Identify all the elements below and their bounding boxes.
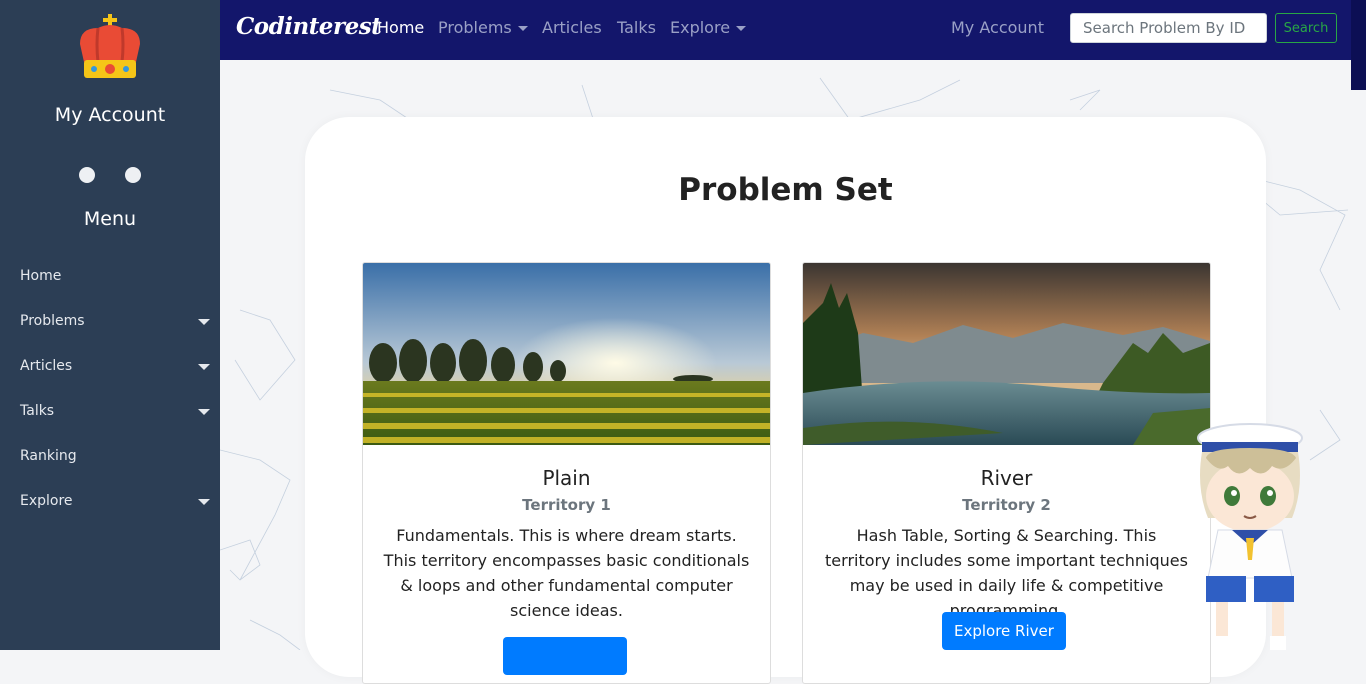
dot-icon	[79, 167, 95, 183]
sidebar-item-label: Explore	[20, 493, 73, 509]
territory-card-river: River Territory 2 Hash Table, Sorting & …	[802, 262, 1211, 684]
sailor-mascot-image[interactable]	[1188, 418, 1322, 650]
sidebar-item-problems[interactable]: Problems	[0, 299, 220, 344]
sidebar: My Account Menu Home Problems Articles T…	[0, 0, 220, 650]
page-title: Problem Set	[678, 172, 893, 208]
nav-my-account[interactable]: My Account	[951, 18, 1044, 37]
card-title: Plain	[542, 466, 591, 490]
territory-card-plain: Plain Territory 1 Fundamentals. This is …	[362, 262, 771, 684]
sidebar-item-label: Problems	[20, 313, 85, 329]
card-subtitle: Territory 2	[962, 496, 1051, 514]
card-subtitle: Territory 1	[522, 496, 611, 514]
sidebar-item-ranking[interactable]: Ranking	[0, 434, 220, 479]
nav-explore[interactable]: Explore	[670, 18, 747, 37]
river-landscape-image	[803, 263, 1210, 445]
search-input[interactable]	[1070, 13, 1267, 43]
sidebar-item-label: Home	[20, 268, 62, 284]
card-description: Hash Table, Sorting & Searching. This te…	[825, 526, 1188, 620]
plain-landscape-image	[363, 263, 770, 445]
sidebar-account-link[interactable]: My Account	[0, 104, 220, 126]
sidebar-item-explore[interactable]: Explore	[0, 479, 220, 524]
explore-river-button[interactable]: Explore River	[942, 612, 1066, 650]
dot-icon	[125, 167, 141, 183]
nav-home[interactable]: Home	[377, 18, 424, 37]
sidebar-item-label: Ranking	[20, 448, 77, 464]
sidebar-nav: Home Problems Articles Talks Ranking Exp…	[0, 254, 220, 524]
explore-plain-button[interactable]	[503, 637, 627, 675]
caret-down-icon	[198, 499, 210, 505]
nav-problems[interactable]: Problems	[438, 18, 528, 37]
brand-logo[interactable]: Codinterest	[236, 13, 382, 40]
navbar-edge	[1351, 0, 1366, 90]
card-title: River	[980, 466, 1033, 490]
search-button[interactable]: Search	[1275, 13, 1337, 43]
caret-down-icon	[736, 26, 747, 31]
caret-down-icon	[198, 364, 210, 370]
nav-talks[interactable]: Talks	[617, 18, 656, 37]
nav-explore-label: Explore	[670, 18, 731, 37]
sidebar-menu-title: Menu	[83, 208, 137, 230]
nav-problems-label: Problems	[438, 18, 512, 37]
caret-down-icon	[198, 319, 210, 325]
sidebar-item-articles[interactable]: Articles	[0, 344, 220, 389]
sidebar-item-talks[interactable]: Talks	[0, 389, 220, 434]
caret-down-icon	[517, 26, 528, 31]
sidebar-item-label: Talks	[20, 403, 55, 419]
top-navbar: Codinterest Home Problems Articles Talks…	[220, 0, 1351, 60]
sidebar-item-label: Articles	[20, 358, 73, 374]
nav-articles[interactable]: Articles	[542, 18, 602, 37]
caret-down-icon	[198, 409, 210, 415]
sidebar-item-home[interactable]: Home	[0, 254, 220, 299]
card-description: Fundamentals. This is where dream starts…	[383, 526, 750, 620]
crown-icon	[80, 14, 140, 78]
sidebar-dots	[79, 167, 143, 183]
